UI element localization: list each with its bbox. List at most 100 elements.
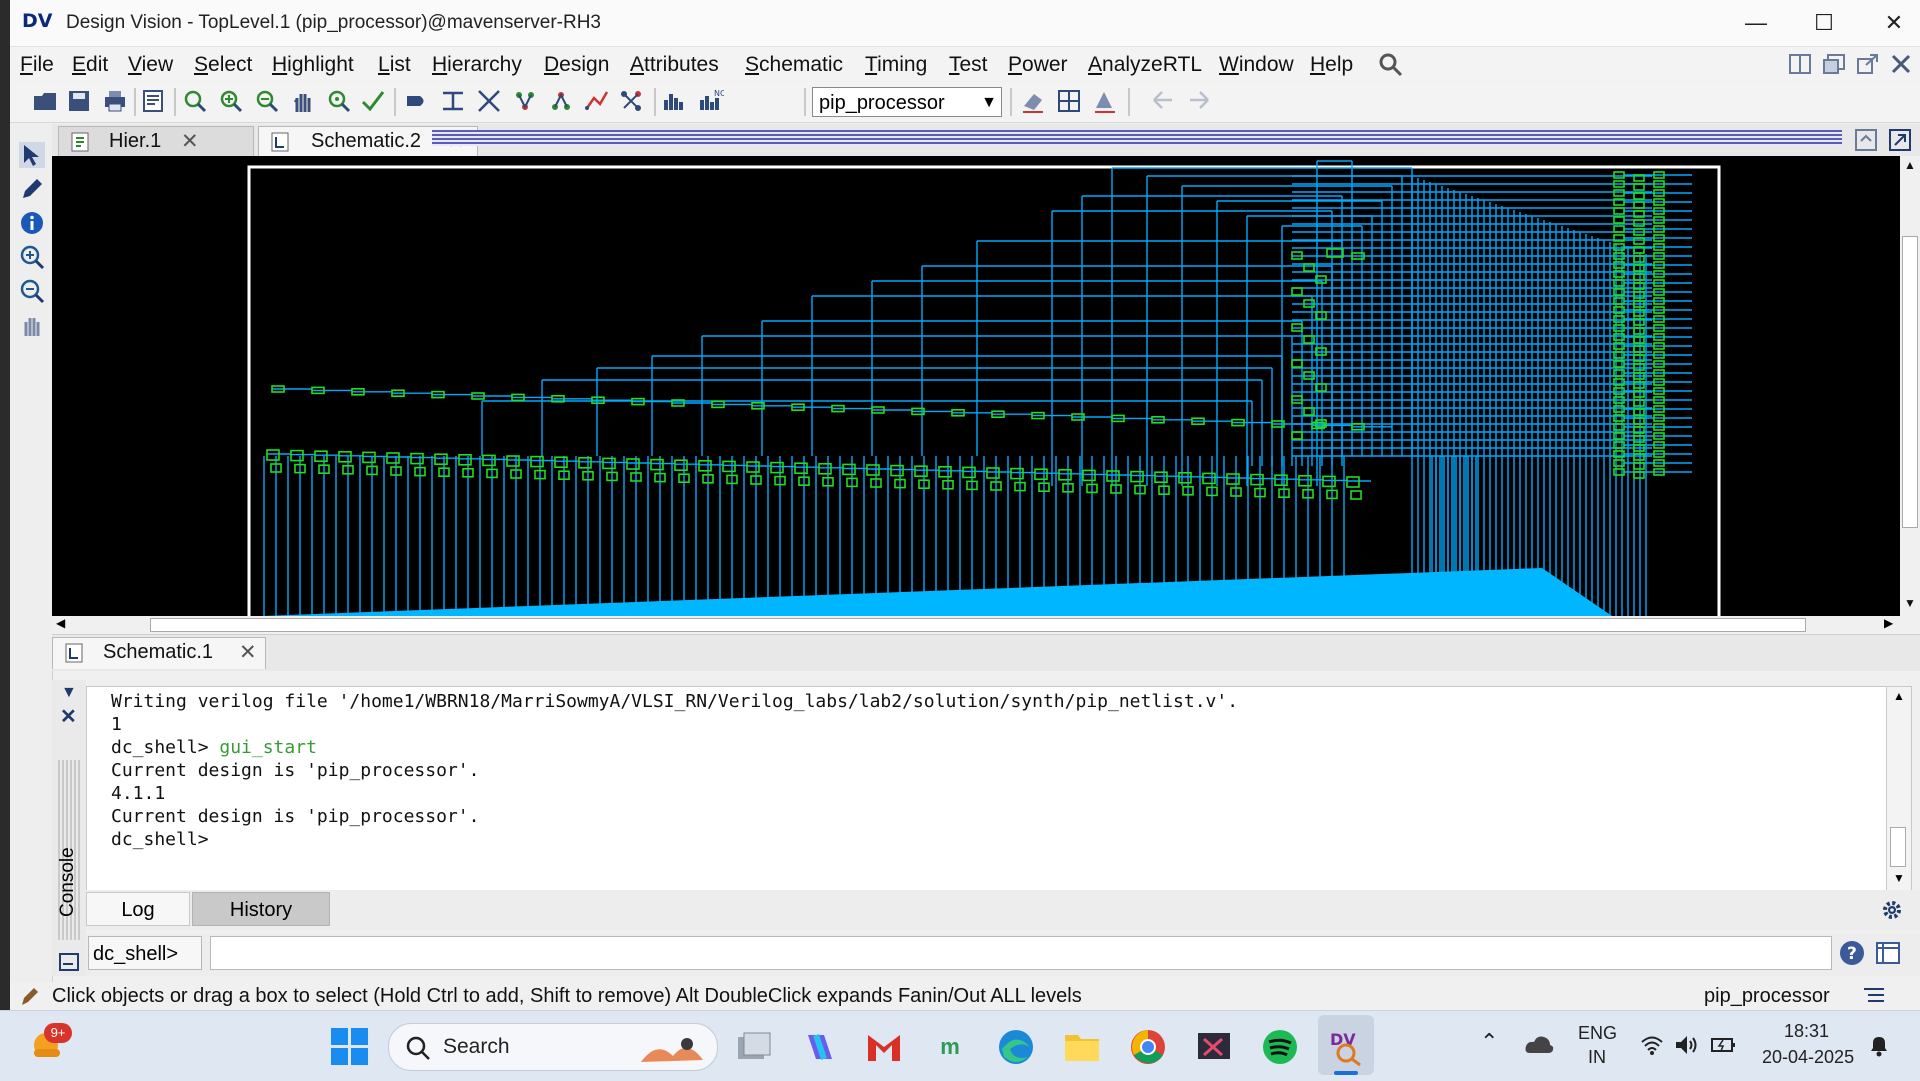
zoom-selection-icon[interactable] xyxy=(326,88,352,114)
menu-edit[interactable]: Edit xyxy=(72,53,108,77)
volume-icon[interactable] xyxy=(1674,1033,1700,1057)
close-console-icon[interactable]: ✕ xyxy=(60,704,77,729)
select-check-icon[interactable] xyxy=(360,88,386,114)
wifi-icon[interactable] xyxy=(1640,1033,1664,1057)
menu-timing[interactable]: Timing xyxy=(865,53,927,77)
close-tab-icon[interactable]: ✕ xyxy=(181,129,199,154)
list-icon[interactable] xyxy=(1862,985,1886,1007)
spotify-icon[interactable] xyxy=(1260,1027,1300,1067)
battery-icon[interactable] xyxy=(1710,1033,1736,1057)
console-scrollbar[interactable]: ▲ ▼ xyxy=(1886,686,1912,892)
file-explorer-icon[interactable] xyxy=(1062,1027,1102,1067)
gear-icon[interactable] xyxy=(1880,898,1904,922)
restore-view-icon[interactable] xyxy=(1854,128,1878,152)
scroll-right-icon[interactable]: ▶ xyxy=(1884,616,1893,630)
expand-net-icon[interactable] xyxy=(440,88,466,114)
onedrive-cloud-icon[interactable] xyxy=(1524,1033,1554,1055)
pan-tool-icon[interactable] xyxy=(19,312,45,338)
tab-history[interactable]: History xyxy=(192,892,330,926)
console-output[interactable]: Writing verilog file '/home1/WBRN18/Marr… xyxy=(86,686,1888,892)
copilot-icon[interactable] xyxy=(800,1027,840,1067)
scroll-up-icon[interactable]: ▲ xyxy=(1904,158,1916,172)
float-pane-icon[interactable] xyxy=(1856,53,1880,75)
tab-log[interactable]: Log xyxy=(86,892,190,926)
connection-icon[interactable] xyxy=(618,88,644,114)
tab-schematic-1[interactable]: Schematic.1 ✕ xyxy=(52,637,266,669)
meet-m-icon[interactable]: m xyxy=(930,1027,970,1067)
histogram-icon[interactable] xyxy=(662,88,688,114)
menu-schematic[interactable]: Schematic xyxy=(745,53,843,77)
menu-select[interactable]: Select xyxy=(194,53,252,77)
canvas-horizontal-scrollbar[interactable]: ◀ ▶ xyxy=(52,616,1920,634)
tile-windows-icon[interactable] xyxy=(1788,53,1812,75)
history-window-icon[interactable] xyxy=(1874,939,1902,967)
gmail-icon[interactable] xyxy=(864,1027,904,1067)
menu-hierarchy[interactable]: Hierarchy xyxy=(432,53,522,77)
restore-pane-icon[interactable] xyxy=(1822,53,1846,75)
search-icon[interactable] xyxy=(1378,52,1404,78)
info-icon[interactable] xyxy=(19,210,45,236)
zoom-out-tool-icon[interactable] xyxy=(19,278,45,304)
close-tab-icon[interactable]: ✕ xyxy=(239,640,257,665)
cell-icon[interactable] xyxy=(404,88,430,114)
scroll-up-icon[interactable]: ▲ xyxy=(1893,689,1905,703)
maximize-button[interactable]: ☐ xyxy=(1790,0,1858,46)
start-windows-icon[interactable] xyxy=(330,1027,370,1067)
save-icon[interactable] xyxy=(66,88,92,114)
path-icon[interactable] xyxy=(584,88,610,114)
histogram-nc-icon[interactable]: NC xyxy=(698,88,724,114)
menu-test[interactable]: Test xyxy=(949,53,988,77)
clear-highlight-icon[interactable] xyxy=(1092,88,1118,114)
clock-time[interactable]: 18:31 xyxy=(1784,1021,1829,1042)
zoom-in-tool-icon[interactable] xyxy=(19,244,45,270)
scroll-left-icon[interactable]: ◀ xyxy=(56,616,65,630)
chrome-browser-icon[interactable] xyxy=(1128,1027,1168,1067)
close-window-button[interactable]: ✕ xyxy=(1860,0,1920,46)
maximize-view-icon[interactable] xyxy=(1888,128,1912,152)
forward-disabled-icon[interactable] xyxy=(1186,88,1212,114)
menu-analyzertl[interactable]: AnalyzeRTL xyxy=(1088,53,1202,77)
menu-file[interactable]: File xyxy=(20,53,54,77)
zoom-in-icon[interactable] xyxy=(218,88,244,114)
console-panel-icon[interactable] xyxy=(58,952,80,972)
collapse-triangle-icon[interactable]: ▼ xyxy=(61,684,77,702)
notification-bell-icon[interactable] xyxy=(1866,1033,1892,1059)
menu-design[interactable]: Design xyxy=(544,53,609,77)
zoom-fit-icon[interactable] xyxy=(182,88,208,114)
minimize-button[interactable]: — xyxy=(1722,0,1790,46)
taskbar-search[interactable]: Search xyxy=(388,1023,718,1071)
back-disabled-icon[interactable] xyxy=(1150,88,1176,114)
menu-view[interactable]: View xyxy=(128,53,173,77)
menu-window[interactable]: Window xyxy=(1219,53,1294,77)
design-vision-app-icon[interactable]: DV xyxy=(1326,1027,1366,1067)
select-arrow-icon[interactable] xyxy=(19,142,45,168)
menu-highlight[interactable]: Highlight xyxy=(272,53,354,77)
open-folder-icon[interactable] xyxy=(32,88,58,114)
fanout-icon[interactable] xyxy=(548,88,574,114)
language-code[interactable]: ENG xyxy=(1578,1023,1617,1044)
menu-power[interactable]: Power xyxy=(1008,53,1068,77)
snipping-tool-icon[interactable] xyxy=(1194,1027,1234,1067)
eraser-icon[interactable] xyxy=(1020,88,1046,114)
schematic-canvas[interactable] xyxy=(52,156,1900,616)
script-icon[interactable] xyxy=(140,88,166,114)
print-icon[interactable] xyxy=(102,88,128,114)
chevron-up-icon[interactable]: ⌃ xyxy=(1480,1029,1498,1055)
design-select[interactable]: pip_processor ▼ xyxy=(812,87,1002,117)
help-icon[interactable]: ? xyxy=(1838,939,1866,967)
tab-hier-1[interactable]: Hier.1 ✕ xyxy=(58,126,254,156)
scroll-thumb[interactable] xyxy=(1902,236,1918,528)
scroll-down-icon[interactable]: ▼ xyxy=(1904,596,1916,610)
pan-hand-icon[interactable] xyxy=(290,88,316,114)
canvas-vertical-scrollbar[interactable]: ▲ ▼ xyxy=(1900,156,1920,616)
grid-tool-icon[interactable] xyxy=(1056,88,1082,114)
scroll-down-icon[interactable]: ▼ xyxy=(1893,871,1905,885)
fanin-icon[interactable] xyxy=(512,88,538,114)
language-region[interactable]: IN xyxy=(1588,1047,1606,1068)
clock-date[interactable]: 20-04-2025 xyxy=(1762,1047,1854,1068)
close-pane-icon[interactable] xyxy=(1890,53,1912,75)
edge-browser-icon[interactable] xyxy=(996,1027,1036,1067)
menu-help[interactable]: Help xyxy=(1310,53,1353,77)
scroll-thumb[interactable] xyxy=(150,618,1806,632)
task-view-icon[interactable] xyxy=(734,1027,774,1067)
